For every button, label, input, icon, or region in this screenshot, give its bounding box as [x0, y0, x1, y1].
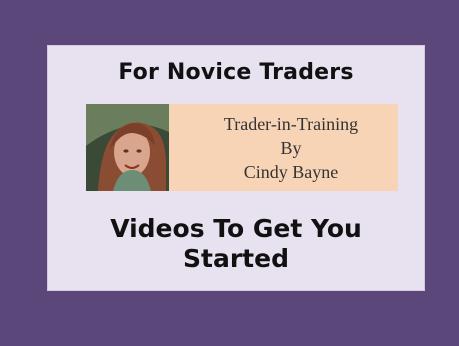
card-subheading: Videos To Get You Started — [48, 214, 424, 274]
card-subheading-line-2: Started — [183, 244, 289, 273]
banner-text: Trader-in-Training By Cindy Bayne — [191, 112, 391, 184]
banner-line-2: By — [280, 138, 302, 158]
trainer-photo — [86, 104, 169, 191]
image-frame: For Novice Traders Trader-in-Training By — [0, 0, 459, 346]
banner-line-3: Cindy Bayne — [243, 162, 339, 182]
promo-card[interactable]: For Novice Traders Trader-in-Training By — [47, 45, 425, 291]
trainer-banner: Trader-in-Training By Cindy Bayne — [86, 104, 398, 191]
card-heading: For Novice Traders — [118, 60, 354, 85]
banner-line-1: Trader-in-Training — [223, 114, 359, 134]
card-subheading-line-1: Videos To Get You — [110, 214, 362, 243]
